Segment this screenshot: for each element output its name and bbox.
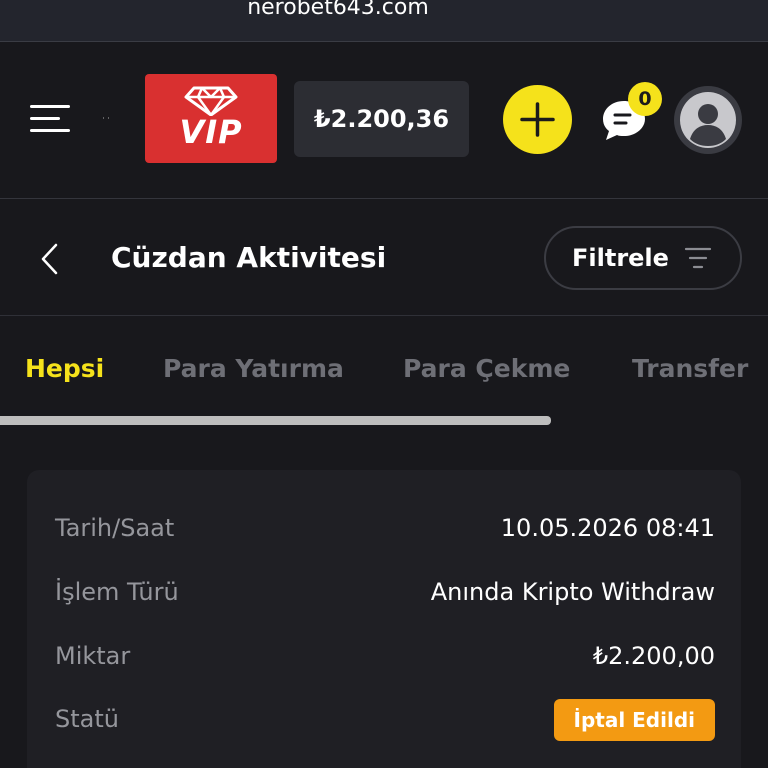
activity-tabs: Hepsi Para Yatırma Para Çekme Transfer xyxy=(0,317,768,427)
row-label: İşlem Türü xyxy=(55,578,179,606)
vip-label: VIP xyxy=(179,113,243,151)
row-label: Statü xyxy=(55,705,119,733)
tab-para-yatirma[interactable]: Para Yatırma xyxy=(163,351,344,387)
tab-hepsi[interactable]: Hepsi xyxy=(25,351,104,387)
plus-icon xyxy=(520,102,555,137)
filter-label: Filtrele xyxy=(572,244,669,272)
row-amount: Miktar ₺2.200,00 xyxy=(27,636,741,676)
balance-display[interactable]: ₺2.200,36 xyxy=(294,81,469,157)
tab-transfer[interactable]: Transfer xyxy=(632,351,748,387)
page-title: Cüzdan Aktivitesi xyxy=(111,241,387,274)
filter-icon xyxy=(684,247,712,269)
row-label: Miktar xyxy=(55,642,131,670)
browser-url-bar[interactable]: nerobet643.com xyxy=(0,0,768,42)
user-icon xyxy=(680,92,736,148)
row-value: ₺2.200,00 xyxy=(592,642,715,670)
page-subheader: Cüzdan Aktivitesi Filtrele xyxy=(0,200,768,316)
notification-badge: 0 xyxy=(628,82,662,116)
vip-button[interactable]: VIP xyxy=(145,74,277,163)
status-badge: İptal Edildi xyxy=(553,699,715,741)
activity-list: Tarih/Saat 10.05.2026 08:41 İşlem Türü A… xyxy=(0,428,768,768)
menu-icon-line xyxy=(30,117,60,120)
menu-icon xyxy=(30,105,70,108)
row-label: Tarih/Saat xyxy=(55,514,175,542)
deposit-plus-button[interactable] xyxy=(503,85,572,154)
row-value: 10.05.2026 08:41 xyxy=(500,514,715,542)
menu-button[interactable] xyxy=(28,102,74,136)
row-type: İşlem Türü Anında Kripto Withdraw xyxy=(27,572,741,612)
row-status: Statü İptal Edildi xyxy=(27,699,741,741)
transaction-card[interactable]: Tarih/Saat 10.05.2026 08:41 İşlem Türü A… xyxy=(27,470,741,768)
diamond-icon xyxy=(184,86,238,116)
url-text: nerobet643.com xyxy=(247,0,429,20)
top-header: ˙˙ VIP ₺2.200,36 0 xyxy=(0,42,768,199)
row-date: Tarih/Saat 10.05.2026 08:41 xyxy=(27,508,741,548)
filter-button[interactable]: Filtrele xyxy=(544,226,742,290)
avatar[interactable] xyxy=(674,86,742,154)
tab-para-cekme[interactable]: Para Çekme xyxy=(403,351,570,387)
row-value: Anında Kripto Withdraw xyxy=(430,578,715,606)
logo-placeholder: ˙˙ xyxy=(101,117,111,128)
app-root: nerobet643.com ˙˙ VIP ₺2.200,36 0 Cüzdan… xyxy=(0,0,768,768)
menu-icon-line xyxy=(30,129,70,132)
chevron-left-icon[interactable] xyxy=(38,242,62,276)
tabs-scrollbar[interactable] xyxy=(0,416,551,425)
